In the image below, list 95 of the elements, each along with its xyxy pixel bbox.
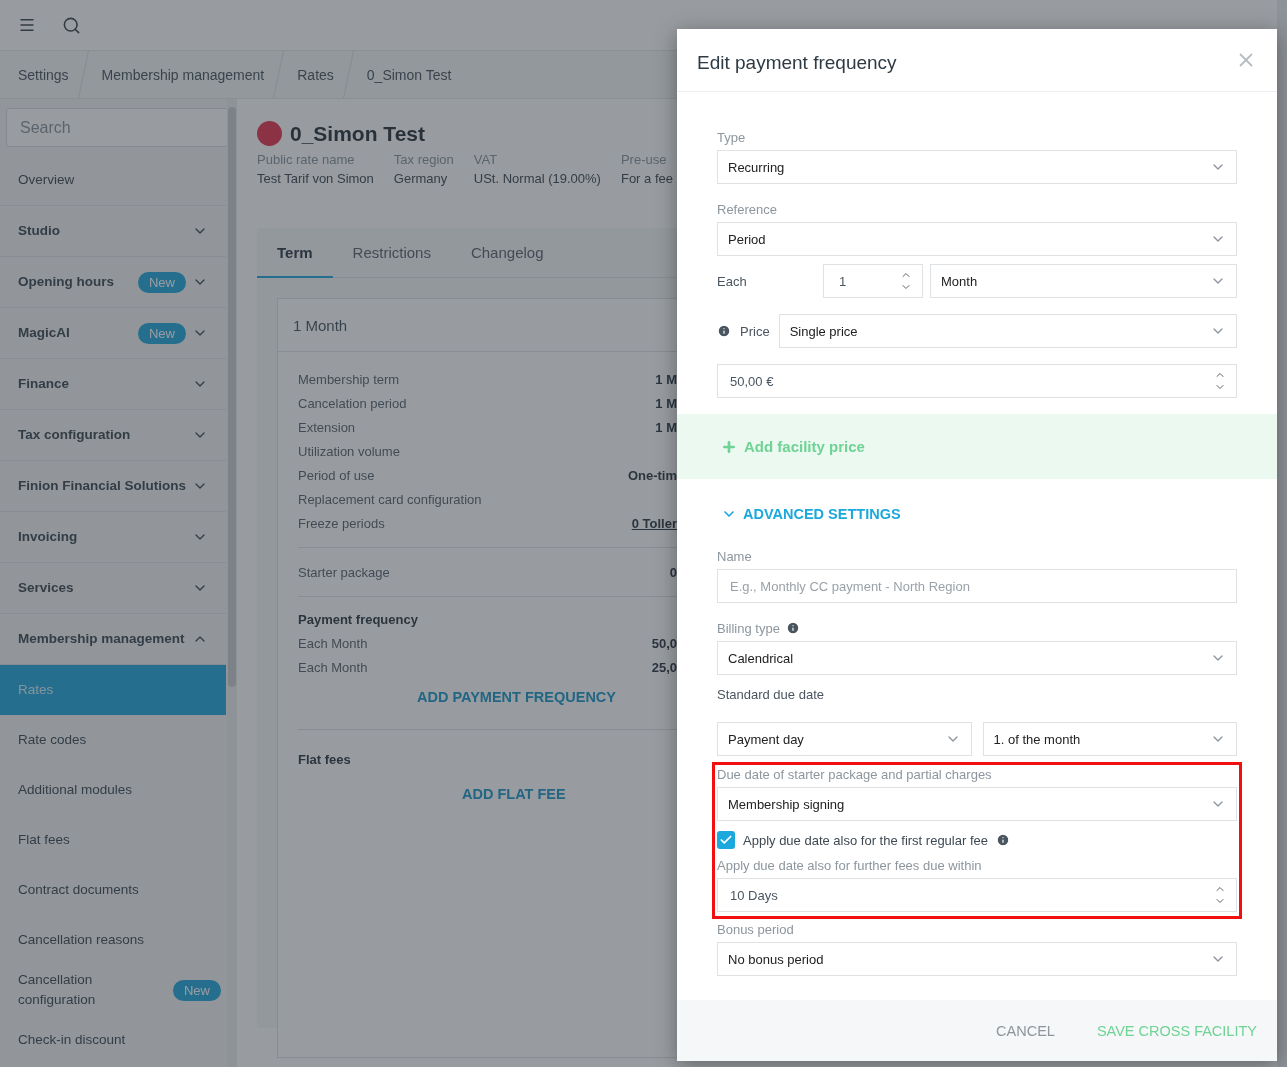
meta-label: VAT: [473, 152, 499, 167]
sidebar-item[interactable]: Flat fees: [0, 815, 226, 865]
new-badge: New: [138, 271, 186, 293]
field-label: Price: [740, 323, 770, 339]
type-select[interactable]: Recurring: [717, 150, 1237, 184]
sidebar-item[interactable]: Finance: [0, 359, 226, 410]
term-label: Freeze periods: [298, 515, 385, 531]
add-payment-frequency-button[interactable]: ADD PAYMENT FREQUENCY: [417, 689, 616, 705]
field-label: Reference: [717, 203, 778, 216]
sidebar-item[interactable]: Check-in discount: [0, 1015, 226, 1065]
menu-icon[interactable]: [18, 16, 36, 34]
count-field[interactable]: 1: [823, 264, 923, 298]
sidebar-item[interactable]: Rate codes: [0, 715, 226, 765]
price-select[interactable]: Single price: [778, 314, 1237, 348]
meta-label: Tax region: [393, 152, 454, 167]
plus-icon: [721, 438, 737, 455]
rate-title: 0_Simon Test: [290, 121, 425, 146]
payment-amount: 50,0: [651, 635, 677, 651]
sidebar-item[interactable]: Contract documents: [0, 865, 226, 915]
name-field[interactable]: E.g., Monthly CC payment - North Region: [717, 569, 1237, 603]
checkbox[interactable]: [717, 831, 735, 849]
field-label: Bonus period: [717, 923, 795, 936]
scrollbar-thumb[interactable]: [228, 107, 236, 687]
starter-due-select[interactable]: Membership signing: [717, 787, 1237, 821]
term-label: Utilization volume: [298, 443, 400, 459]
term-value: One-tim: [627, 467, 677, 483]
sidebar-item[interactable]: Tax configuration: [0, 410, 226, 461]
breadcrumb-link[interactable]: Settings: [0, 51, 83, 98]
tab[interactable]: Term: [257, 228, 333, 278]
field-label: Apply due date also for further fees due within: [717, 859, 983, 872]
breadcrumb-link[interactable]: 0_Simon Test: [348, 51, 466, 98]
field-label: Due date of starter package and partial charges: [717, 768, 993, 781]
price-field[interactable]: 50,00 €: [717, 364, 1237, 398]
bonus-period-select[interactable]: No bonus period: [717, 942, 1237, 976]
breadcrumb-link[interactable]: Membership management: [83, 51, 279, 98]
meta-value: Germany: [393, 171, 449, 186]
search-field[interactable]: Search: [6, 108, 229, 147]
cancel-button[interactable]: CANCEL: [996, 1022, 1055, 1039]
sidebar-item[interactable]: Overview: [0, 155, 226, 206]
day-type-select[interactable]: Payment day: [717, 722, 972, 756]
term-link[interactable]: 0 Toller: [631, 515, 677, 531]
term-value: 1 M: [655, 371, 677, 387]
reference-select[interactable]: Period: [717, 222, 1237, 256]
sidebar-item[interactable]: Studio: [0, 206, 226, 257]
sidebar-item[interactable]: Finion Financial Solutions: [0, 461, 226, 512]
meta-label: Public rate name: [257, 152, 356, 167]
section-heading: Flat fees: [298, 750, 352, 769]
sidebar-item[interactable]: Invoicing: [0, 512, 226, 563]
sidebar-item[interactable]: Additional modules: [0, 765, 226, 815]
dialog-title: Edit payment frequency: [697, 52, 897, 74]
term-label: Period of use: [298, 467, 375, 483]
term-label: Starter package: [298, 564, 390, 580]
payment-label: Each Month: [298, 659, 368, 675]
sidebar-item[interactable]: Cancellation reasons: [0, 915, 226, 965]
field-label: Type: [717, 131, 747, 144]
term-value: 1 M: [655, 419, 677, 435]
search-icon[interactable]: [62, 15, 81, 35]
new-badge: New: [173, 979, 221, 1001]
new-badge: New: [138, 322, 186, 344]
days-field[interactable]: 10 Days: [717, 878, 1237, 912]
tab[interactable]: Restrictions: [332, 228, 451, 278]
info-icon[interactable]: [996, 833, 1010, 847]
field-label: Standard due date: [717, 687, 825, 701]
sidebar-item[interactable]: MagicAI New: [0, 308, 226, 359]
field-label: Billing type: [717, 620, 780, 636]
term-label: Replacement card configuration: [298, 491, 482, 507]
info-icon[interactable]: [717, 324, 731, 338]
advanced-settings-toggle[interactable]: ADVANCED SETTINGS: [717, 506, 1237, 522]
term-value: 0: [669, 564, 677, 580]
card-title: 1 Month: [293, 316, 348, 334]
term-label: Membership term: [298, 371, 400, 387]
field-label: Name: [717, 550, 753, 563]
tab[interactable]: Changelog: [450, 228, 564, 278]
section-heading: Payment frequency: [298, 610, 419, 629]
day-select[interactable]: 1. of the month: [982, 722, 1237, 756]
term-label: Cancelation period: [298, 395, 407, 411]
meta-value: USt. Normal (19.00%): [473, 171, 601, 186]
meta-value: Test Tarif von Simon: [257, 171, 374, 186]
billing-type-select[interactable]: Calendrical: [717, 641, 1237, 675]
sidebar-item[interactable]: Opening hours New: [0, 257, 226, 308]
field-label: Each: [717, 273, 748, 289]
payment-amount: 25,0: [651, 659, 677, 675]
breadcrumb-link[interactable]: Rates: [279, 51, 348, 98]
add-flat-fee-button[interactable]: ADD FLAT FEE: [462, 786, 566, 802]
sidebar-item[interactable]: Cancellation configuration New: [0, 965, 226, 1015]
term-label: Extension: [298, 419, 356, 435]
term-value: 1 M: [655, 395, 677, 411]
meta-label: Pre-use: [620, 152, 668, 167]
unit-select[interactable]: Month: [930, 264, 1237, 298]
meta-value: For a fee: [620, 171, 673, 186]
sidebar-item[interactable]: Services: [0, 563, 226, 614]
payment-label: Each Month: [298, 635, 368, 651]
checkbox-label: Apply due date also for the first regular fee: [743, 832, 988, 848]
info-icon[interactable]: [785, 621, 800, 635]
check-icon: [719, 833, 733, 847]
